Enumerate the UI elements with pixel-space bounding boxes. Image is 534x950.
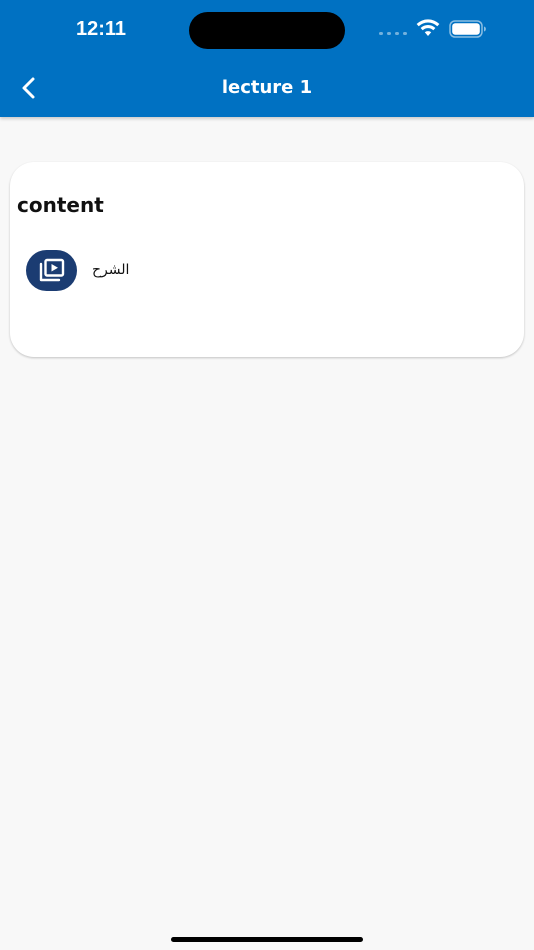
status-bar-time: 12:11 bbox=[75, 18, 127, 40]
chevron-left-icon bbox=[22, 77, 35, 99]
list-item-label: الشرح bbox=[92, 262, 130, 278]
home-indicator[interactable] bbox=[171, 937, 363, 942]
content-card: content الشرح bbox=[10, 162, 524, 357]
screen: 12:11 lecture 1 content الشرح bbox=[0, 0, 534, 950]
cellular-signal-icon bbox=[379, 32, 407, 36]
back-button[interactable] bbox=[12, 70, 46, 106]
list-item-explanation[interactable]: الشرح bbox=[26, 248, 226, 292]
card-title: content bbox=[17, 193, 104, 217]
dynamic-island bbox=[189, 12, 345, 49]
battery-icon bbox=[449, 20, 486, 38]
video-library-icon bbox=[26, 249, 77, 291]
app-header: 12:11 lecture 1 bbox=[0, 0, 534, 117]
page-title: lecture 1 bbox=[221, 77, 313, 98]
wifi-icon bbox=[416, 19, 440, 36]
